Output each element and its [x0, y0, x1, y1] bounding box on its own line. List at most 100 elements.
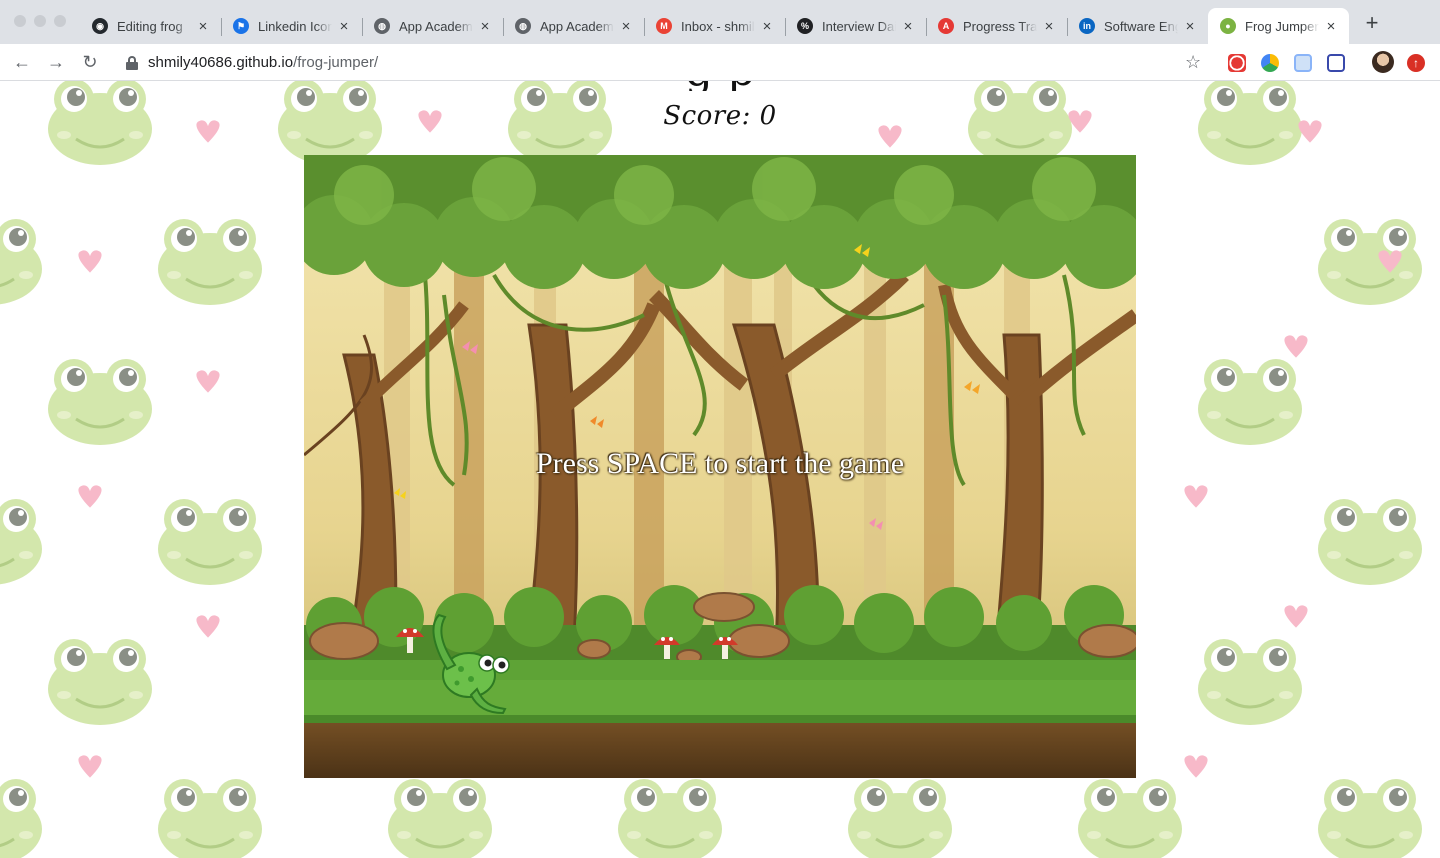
lock-icon [126, 55, 138, 70]
game-title-partial: g p [620, 81, 820, 91]
github-icon: ◉ [92, 18, 108, 34]
soil-strip [304, 715, 1136, 778]
browser-tab[interactable]: ◍ App Academy × [503, 8, 644, 44]
web-page: g p Score: 0 [0, 81, 1440, 858]
tab-close-icon[interactable]: × [759, 18, 775, 35]
heart-pattern [78, 250, 102, 273]
url-text: shmily40686.github.io/frog-jumper/ [148, 54, 378, 71]
heart-pattern [878, 125, 902, 148]
frog-face-pattern [0, 497, 44, 587]
tab-title: Progress Tracker [963, 18, 1037, 34]
score-display: Score: 0 [560, 101, 880, 131]
heart-pattern [1284, 605, 1308, 628]
browser-tab[interactable]: M Inbox - shmily × [644, 8, 785, 44]
globe-icon: ◍ [515, 18, 531, 34]
frog-face-pattern [616, 777, 724, 858]
tab-close-icon[interactable]: × [477, 18, 493, 35]
heart-pattern [1184, 755, 1208, 778]
frog-face-pattern [1076, 777, 1184, 858]
zoom-window-button[interactable] [54, 15, 66, 27]
frog-face-pattern [1316, 217, 1424, 307]
tab-close-icon[interactable]: × [1041, 18, 1057, 35]
flag-icon: ⚑ [233, 18, 249, 34]
frog-face-pattern [386, 777, 494, 858]
window-controls [14, 15, 66, 27]
browser-tab[interactable]: ⚑ Linkedin Icon × [221, 8, 362, 44]
browser-tab[interactable]: in Software Engineer× [1067, 8, 1208, 44]
frog-face-pattern [1196, 637, 1304, 727]
linkedin-icon: in [1079, 18, 1095, 34]
tab-close-icon[interactable]: × [1182, 18, 1198, 35]
gmail-icon: M [656, 18, 672, 34]
tab-close-icon[interactable]: × [618, 18, 634, 35]
frog-face-pattern [1196, 81, 1304, 167]
forward-arrow-icon[interactable]: → [46, 52, 66, 72]
frog-face-pattern [156, 497, 264, 587]
url-host: shmily40686.github.io [148, 54, 294, 71]
frog-face-pattern [156, 217, 264, 307]
back-arrow-icon[interactable]: ← [12, 52, 32, 72]
new-tab-button[interactable]: + [1362, 12, 1382, 34]
heart-pattern [1184, 485, 1208, 508]
heart-pattern [78, 755, 102, 778]
frog-face-pattern [1196, 357, 1304, 447]
heart-pattern [196, 120, 220, 143]
tab-close-icon[interactable]: × [195, 18, 211, 35]
frog-face-pattern [276, 81, 384, 167]
heart-pattern [1298, 120, 1322, 143]
browser-tab[interactable]: ◉ Editing frog × [80, 8, 221, 44]
extension-chrome-like-icon[interactable] [1261, 54, 1279, 72]
browser-tab-strip: ◉ Editing frog × ⚑ Linkedin Icon × ◍ App Academ… [0, 0, 1440, 44]
extension-mushroom-icon[interactable] [1228, 54, 1246, 72]
browser-tab[interactable]: % Interview Daily× [785, 8, 926, 44]
browser-toolbar: ← → ↻ shmily40686.github.io/frog-jumper/… [0, 44, 1440, 81]
reload-icon[interactable]: ↻ [80, 52, 100, 72]
interview-icon: % [797, 18, 813, 34]
update-alert-icon[interactable]: ↑ [1407, 54, 1425, 72]
score-value: 0 [759, 101, 777, 131]
browser-tab[interactable]: ◍ App Academy × [362, 8, 503, 44]
score-label: Score: [663, 101, 751, 131]
heart-pattern [1284, 335, 1308, 358]
frog-face-pattern [0, 777, 44, 858]
extension-window-icon[interactable] [1294, 54, 1312, 72]
tab-close-icon[interactable]: × [900, 18, 916, 35]
tab-title: App Academy [399, 18, 473, 34]
tab-title: Software Engineer [1104, 18, 1178, 34]
frog-face-pattern [46, 81, 154, 167]
bookmark-star-icon[interactable]: ☆ [1185, 52, 1201, 72]
globe-icon: ◍ [374, 18, 390, 34]
heart-pattern [196, 615, 220, 638]
browser-tab[interactable]: ● Frog Jumper × [1208, 8, 1349, 44]
tab-title: Inbox - shmily [681, 18, 755, 34]
frog-face-pattern [1316, 777, 1424, 858]
start-message: Press SPACE to start the game [535, 447, 905, 480]
frog-face-pattern [0, 217, 44, 307]
frog-face-pattern [846, 777, 954, 858]
tab-title: Interview Daily [822, 18, 896, 34]
heart-pattern [78, 485, 102, 508]
browser-tab[interactable]: A Progress Tracker× [926, 8, 1067, 44]
close-window-button[interactable] [14, 15, 26, 27]
frog-face-pattern [46, 357, 154, 447]
frog-icon: ● [1220, 18, 1236, 34]
profile-avatar[interactable] [1372, 51, 1394, 73]
minimize-window-button[interactable] [34, 15, 46, 27]
frog-face-pattern [1316, 497, 1424, 587]
heart-pattern [196, 370, 220, 393]
tab-close-icon[interactable]: × [336, 18, 352, 35]
tab-title: Linkedin Icon [258, 18, 332, 34]
tab-title: App Academy [540, 18, 614, 34]
url-path: /frog-jumper/ [293, 54, 379, 71]
tab-close-icon[interactable]: × [1323, 18, 1339, 35]
heart-pattern [418, 110, 442, 133]
game-canvas[interactable]: Press SPACE to start the game [304, 155, 1136, 778]
tab-title: Editing frog [117, 18, 183, 34]
frog-face-pattern [46, 637, 154, 727]
a-icon: A [938, 18, 954, 34]
address-bar[interactable]: shmily40686.github.io/frog-jumper/ [110, 48, 1220, 77]
tab-title: Frog Jumper [1245, 18, 1319, 34]
frog-face-pattern [966, 81, 1074, 167]
frog-face-pattern [156, 777, 264, 858]
extension-screen-icon[interactable] [1327, 54, 1345, 72]
